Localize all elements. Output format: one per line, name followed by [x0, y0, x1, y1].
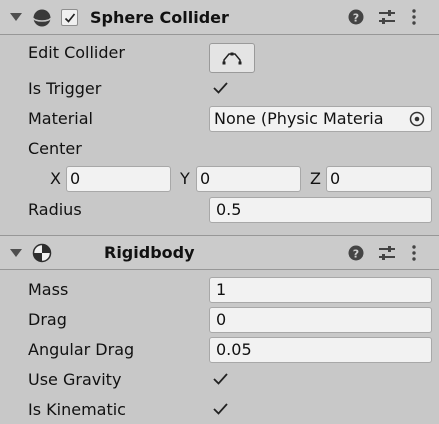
angular-drag-label: Angular Drag [28, 340, 135, 359]
center-z-axis-label: Z [310, 169, 321, 188]
help-icon[interactable]: ? [348, 245, 364, 261]
is-kinematic-checkbox[interactable] [212, 401, 230, 417]
material-value: None (Physic Materia [214, 109, 384, 128]
material-label: Material [28, 109, 93, 128]
header-separator [0, 269, 439, 270]
mass-field[interactable]: 1 [209, 277, 432, 303]
is-trigger-checkbox[interactable] [212, 80, 230, 96]
sphere-collider-header[interactable]: Sphere Collider ? [0, 0, 439, 34]
rigidbody-title: Rigidbody [104, 243, 195, 262]
edit-collider-button[interactable] [209, 43, 255, 73]
drag-field[interactable]: 0 [209, 307, 432, 333]
center-y-axis-label: Y [180, 169, 190, 188]
presets-icon[interactable] [378, 9, 396, 25]
rigidbody-header[interactable]: Rigidbody ? [0, 236, 439, 269]
edit-collider-icon [222, 52, 242, 65]
more-options-icon[interactable] [411, 8, 417, 26]
center-x-field[interactable]: 0 [66, 166, 171, 192]
edit-collider-label: Edit Collider [28, 43, 125, 62]
rigidbody-icon [32, 243, 52, 263]
foldout-caret-icon[interactable] [10, 249, 22, 257]
center-z-field[interactable]: 0 [326, 166, 432, 192]
radius-field[interactable]: 0.5 [209, 197, 432, 223]
sphere-collider-title: Sphere Collider [90, 8, 229, 27]
use-gravity-label: Use Gravity [28, 370, 122, 389]
radius-label: Radius [28, 200, 82, 219]
svg-text:?: ? [353, 12, 359, 25]
center-x-axis-label: X [50, 169, 61, 188]
material-object-field[interactable]: None (Physic Materia [209, 106, 432, 132]
center-label: Center [28, 139, 82, 158]
drag-label: Drag [28, 310, 67, 329]
use-gravity-checkbox[interactable] [212, 371, 230, 387]
foldout-caret-icon[interactable] [10, 13, 22, 21]
object-picker-icon[interactable] [409, 111, 425, 127]
header-separator [0, 34, 439, 35]
mass-label: Mass [28, 280, 69, 299]
is-kinematic-label: Is Kinematic [28, 400, 126, 419]
is-trigger-label: Is Trigger [28, 79, 102, 98]
sphere-collider-enabled-checkbox[interactable] [61, 9, 78, 26]
help-icon[interactable]: ? [348, 9, 364, 25]
center-y-field[interactable]: 0 [196, 166, 301, 192]
angular-drag-field[interactable]: 0.05 [209, 337, 432, 363]
svg-text:?: ? [353, 248, 359, 261]
sphere-collider-icon [32, 9, 52, 27]
more-options-icon[interactable] [411, 244, 417, 262]
presets-icon[interactable] [378, 245, 396, 261]
checkmark-icon [64, 12, 75, 23]
